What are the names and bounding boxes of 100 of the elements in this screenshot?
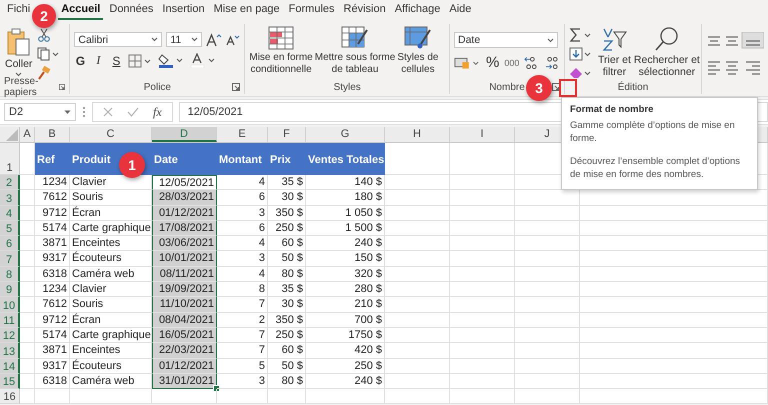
row-header[interactable]: 12: [0, 328, 20, 344]
ribbon-tab[interactable]: Formules: [286, 0, 338, 20]
table-cell: 350 $: [268, 206, 306, 221]
table-cell: 9712: [35, 206, 70, 221]
column-header[interactable]: H: [385, 127, 450, 142]
ribbon-tab[interactable]: Affichage: [392, 0, 444, 20]
check-icon[interactable]: [127, 107, 139, 117]
row-header[interactable]: 2: [0, 175, 20, 190]
column-header[interactable]: D: [152, 127, 217, 142]
group-label: Police: [144, 82, 171, 92]
row-header[interactable]: 4: [0, 206, 20, 221]
dialog-launcher-icon[interactable]: [232, 83, 240, 91]
grow-font-icon[interactable]: [206, 32, 222, 46]
shrink-font-icon[interactable]: [226, 34, 240, 46]
ribbon-tab[interactable]: Mise en page: [210, 0, 283, 20]
column-header[interactable]: A: [20, 127, 35, 142]
table-cell: 60 $: [268, 343, 306, 359]
dialog-launcher-icon[interactable]: [552, 83, 560, 91]
tooltip-text: Découvrez l’ensemble complet d’options de mise en forme des nombres.: [570, 155, 742, 181]
cell-styles-icon: [404, 26, 432, 50]
ribbon-tab[interactable]: Accueil: [58, 0, 104, 20]
column-header[interactable]: I: [450, 127, 515, 142]
font-color-icon[interactable]: [190, 53, 216, 68]
grid-cell: [450, 312, 515, 328]
table-cell: 420 $: [306, 343, 385, 359]
decrease-decimal-icon[interactable]: [545, 54, 560, 70]
increase-decimal-icon[interactable]: [524, 54, 540, 70]
number-format-field[interactable]: Date: [454, 32, 558, 48]
column-header[interactable]: E: [217, 127, 268, 142]
caret-icon[interactable]: [191, 37, 198, 42]
currency-format-icon[interactable]: [454, 56, 480, 70]
sort-filter-button[interactable]: Trier et filtrer: [597, 24, 632, 80]
table-cell: 150 $: [306, 251, 385, 267]
scissors-icon[interactable]: [37, 28, 52, 42]
ribbon-tab[interactable]: Fichi: [4, 0, 34, 20]
table-format-icon: [341, 26, 370, 50]
borders-icon[interactable]: [128, 54, 152, 68]
grid-cell: [515, 343, 580, 359]
group-label: Presse-papiers: [4, 76, 40, 98]
ribbon-tab[interactable]: Insertion: [159, 0, 208, 20]
fill-down-icon[interactable]: [569, 47, 593, 61]
header-cell: Prix: [268, 143, 306, 175]
table-cell: 7: [217, 297, 268, 313]
row-header[interactable]: 3: [0, 190, 20, 206]
row-header[interactable]: 16: [0, 389, 20, 404]
ribbon-tab[interactable]: Révision: [340, 0, 389, 20]
grid-cell: [450, 266, 515, 282]
grid-cell: [385, 312, 450, 328]
row-header[interactable]: 14: [0, 358, 20, 374]
copy-icon[interactable]: [37, 47, 60, 61]
autosum-icon[interactable]: [569, 28, 593, 42]
table-cell: 4: [217, 175, 268, 190]
percent-button[interactable]: %: [486, 54, 498, 71]
table-cell: 4: [217, 236, 268, 252]
column-header[interactable]: B: [35, 127, 70, 142]
ribbon-tab[interactable]: Données: [106, 0, 156, 20]
caret-icon[interactable]: [151, 37, 158, 42]
styles-button[interactable]: Mise en forme conditionnelle: [249, 24, 313, 80]
row-header[interactable]: 11: [0, 312, 20, 328]
grid-cell: [385, 374, 450, 390]
row-header[interactable]: 5: [0, 220, 20, 236]
group-label: Styles: [334, 82, 361, 92]
grid-cell: [385, 266, 450, 282]
ribbon-tab[interactable]: Aide: [446, 0, 474, 20]
row-header[interactable]: 10: [0, 297, 20, 313]
grid-cell: [515, 251, 580, 267]
table-cell: 12/05/2021: [152, 175, 217, 190]
row-header[interactable]: 9: [0, 282, 20, 298]
eraser-icon[interactable]: [569, 66, 593, 80]
find-select-button[interactable]: Rechercher et sélectionner: [636, 24, 698, 80]
grid-cell: [515, 266, 580, 282]
font-name-field[interactable]: Calibri: [74, 32, 162, 47]
styles-button[interactable]: Styles de cellules: [397, 24, 438, 80]
caret-icon[interactable]: [64, 110, 71, 114]
row-header[interactable]: 13: [0, 343, 20, 359]
row-header[interactable]: 15: [0, 374, 20, 390]
column-header[interactable]: G: [306, 127, 385, 142]
row-header[interactable]: 7: [0, 251, 20, 267]
format-painter-icon[interactable]: [37, 66, 52, 80]
underline-button[interactable]: S: [110, 54, 122, 68]
table-cell: [20, 266, 35, 282]
name-box[interactable]: D2: [4, 103, 76, 121]
insert-function-button[interactable]: fx: [153, 104, 162, 120]
thousands-separator-button[interactable]: 000: [504, 58, 518, 68]
fill-color-icon[interactable]: [158, 53, 184, 68]
caret-icon[interactable]: [15, 72, 22, 77]
table-cell: 35 $: [268, 175, 306, 190]
row-header[interactable]: 6: [0, 236, 20, 252]
row-header[interactable]: 8: [0, 266, 20, 282]
font-size-field[interactable]: 11: [166, 32, 202, 47]
table-cell: 6318: [35, 374, 70, 390]
conditional-format-icon: [268, 26, 294, 50]
table-cell: 1 050 $: [306, 206, 385, 221]
caret-icon[interactable]: [547, 38, 554, 42]
row-header[interactable]: 1: [0, 143, 20, 175]
dialog-launcher-icon[interactable]: [59, 83, 66, 91]
styles-button[interactable]: Mettre sous forme de tableau: [314, 24, 396, 80]
italic-button[interactable]: I: [92, 53, 104, 68]
bold-button[interactable]: G: [74, 54, 86, 68]
column-header[interactable]: F: [268, 127, 306, 142]
